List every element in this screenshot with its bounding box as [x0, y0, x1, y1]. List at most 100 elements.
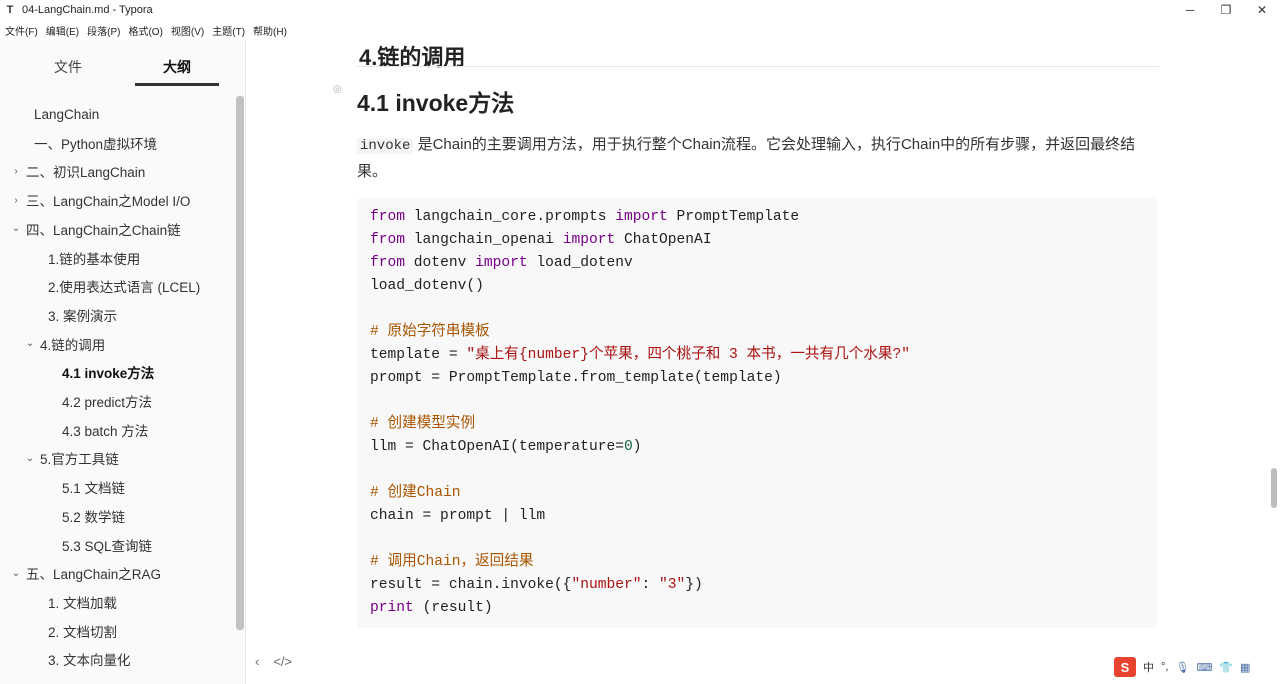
code-token: # 创建模型实例	[370, 416, 476, 432]
editor-footer-tools: ‹ </>	[255, 654, 292, 669]
outline-item[interactable]: 4.2 predict方法	[62, 387, 152, 415]
paragraph-text: 是Chain的主要调用方法，用于执行整个Chain流程。它会处理输入，执行Cha…	[357, 136, 1136, 180]
chevron-down-icon[interactable]: ⌄	[10, 223, 22, 235]
outline-item-label: 3. 文本向量化	[48, 653, 131, 669]
outline-item-label: 5.2 数学链	[62, 509, 126, 525]
code-token: print	[370, 600, 414, 616]
code-token: langchain_core.prompts	[413, 209, 616, 225]
menu-bar: 文件(F) 编辑(E) 段落(P) 格式(O) 视图(V) 主题(T) 帮助(H)	[0, 21, 290, 39]
heading-1[interactable]: 4.链的调用	[359, 40, 465, 72]
code-token: PromptTemplate	[676, 209, 800, 225]
code-block[interactable]: from langchain_core.prompts import Promp…	[357, 198, 1157, 628]
outline-item[interactable]: › 三、LangChain之Model I/O	[10, 186, 190, 214]
outline-item[interactable]: 2.使用表达式语言 (LCEL)	[48, 272, 200, 300]
outline-item[interactable]: LangChain	[34, 100, 99, 128]
close-icon: ✕	[1256, 3, 1268, 17]
menu-item[interactable]: 段落(P)	[82, 23, 123, 38]
code-line: from dotenv import load_dotenv	[370, 252, 633, 275]
ime-language-toggle[interactable]: 中	[1143, 659, 1154, 675]
menu-item[interactable]: 视图(V)	[166, 23, 207, 38]
outline-item-label: 4.2 predict方法	[62, 395, 153, 410]
outline-item[interactable]: 1.链的基本使用	[48, 244, 140, 272]
chevron-down-icon[interactable]: ⌄	[24, 338, 36, 350]
code-token: })	[685, 577, 703, 593]
code-token: "桌上有{number}个苹果，四个桃子和 3 本书，一共有几个水果?"	[466, 347, 911, 363]
outline-item[interactable]: 3. 文本向量化	[48, 645, 131, 673]
heading-divider	[357, 66, 1159, 67]
outline-item-label: 4.3 batch 方法	[62, 423, 149, 439]
menu-item[interactable]: 帮助(H)	[248, 23, 290, 38]
code-token: import	[615, 209, 668, 225]
outline-item[interactable]: ⌄ 四、LangChain之Chain链	[10, 215, 181, 243]
code-line: from langchain_core.prompts import Promp…	[370, 206, 799, 229]
keyboard-icon[interactable]: ⌨	[1196, 661, 1212, 674]
mic-icon[interactable]: 🎙	[1175, 661, 1189, 674]
chevron-down-icon[interactable]: ⌄	[10, 567, 22, 579]
source-code-mode-button[interactable]: </>	[273, 654, 292, 669]
minimize-button[interactable]: ─	[1172, 0, 1208, 20]
toggle-sidebar-button[interactable]: ‹	[255, 654, 259, 669]
code-token: "number"	[571, 577, 642, 593]
tab-files[interactable]: 文件	[30, 54, 106, 86]
code-token: # 原始字符串模板	[370, 324, 490, 340]
maximize-button[interactable]: ❐	[1208, 0, 1244, 20]
outline-item[interactable]: ⌄ 4.链的调用	[24, 330, 105, 358]
heading-2[interactable]: 4.1 invoke方法	[357, 84, 514, 118]
shirt-icon[interactable]: 👕	[1219, 661, 1233, 674]
code-line: # 创建Chain	[370, 482, 461, 505]
sidebar: 文件 大纲 LangChain 一、Python虚拟环境 › 二、初识LangChai…	[0, 40, 246, 684]
outline-item-label: 5.官方工具链	[40, 452, 119, 468]
sidebar-scrollbar[interactable]	[236, 96, 244, 630]
code-line: llm = ChatOpenAI(temperature=0)	[370, 436, 642, 459]
typora-app-icon: T	[6, 4, 14, 16]
grid-icon[interactable]: ▦	[1240, 661, 1250, 674]
outline-item-label: 2.使用表达式语言 (LCEL)	[48, 280, 201, 296]
chevron-down-icon[interactable]: ⌄	[24, 452, 36, 464]
ime-punctuation-toggle[interactable]: °,	[1161, 661, 1168, 673]
outline-item[interactable]: 4.1 invoke方法	[62, 358, 154, 386]
menu-item[interactable]: 文件(F)	[0, 23, 41, 38]
heading-anchor-icon[interactable]: ◎	[333, 84, 342, 95]
outline-item[interactable]: ⌄ 5.官方工具链	[24, 444, 119, 472]
outline-item-label: 1. 文档加载	[48, 595, 118, 611]
menu-item[interactable]: 编辑(E)	[41, 23, 82, 38]
outline-item[interactable]: 2. 文档切割	[48, 617, 117, 645]
code-token: from	[370, 209, 406, 225]
outline-item[interactable]: 一、Python虚拟环境	[34, 129, 157, 157]
code-token: 0	[623, 439, 633, 455]
outline-item[interactable]: 3. 案例演示	[48, 301, 117, 329]
code-token: template =	[370, 347, 467, 363]
sogou-logo-icon[interactable]: S	[1114, 657, 1136, 677]
code-line: # 原始字符串模板	[370, 321, 490, 344]
code-token: :	[641, 577, 660, 593]
menu-item[interactable]: 格式(O)	[123, 23, 165, 38]
outline-item-label: 2. 文档切割	[48, 624, 118, 640]
code-token: )	[632, 439, 642, 455]
outline-item[interactable]: 4.3 batch 方法	[62, 416, 148, 444]
code-token: load_dotenv()	[370, 278, 484, 294]
code-line: result = chain.invoke({"number": "3"})	[370, 574, 703, 597]
outline-item[interactable]: 5.2 数学链	[62, 502, 125, 530]
outline-item[interactable]: 5.1 文档链	[62, 473, 125, 501]
tab-outline[interactable]: 大纲	[135, 54, 219, 86]
outline-item[interactable]: › 二、初识LangChain	[10, 157, 145, 185]
editor-scrollbar[interactable]	[1271, 468, 1277, 508]
close-button[interactable]: ✕	[1244, 0, 1280, 20]
chevron-right-icon[interactable]: ›	[10, 165, 22, 177]
outline-item[interactable]: ⌄ 五、LangChain之RAG	[10, 559, 161, 587]
menu-item[interactable]: 主题(T)	[207, 23, 248, 38]
code-token: # 创建Chain	[370, 485, 461, 501]
outline-item-label: 一、Python虚拟环境	[34, 136, 158, 152]
outline-item-label: 5.1 文档链	[62, 481, 126, 497]
code-token: llm = ChatOpenAI(temperature=	[370, 439, 624, 455]
code-token: dotenv	[413, 255, 476, 271]
outline-item-label: LangChain	[34, 106, 100, 122]
paragraph[interactable]: invoke 是Chain的主要调用方法，用于执行整个Chain流程。它会处理输…	[357, 132, 1157, 185]
outline-item[interactable]: 5.3 SQL查询链	[62, 531, 152, 559]
code-token: from	[370, 232, 406, 248]
chevron-right-icon[interactable]: ›	[10, 194, 22, 206]
outline-item[interactable]: 1. 文档加载	[48, 588, 117, 616]
outline-item-label: 二、初识LangChain	[26, 165, 146, 181]
outline-item-label: 3. 案例演示	[48, 308, 118, 324]
outline-item-label: 4.1 invoke方法	[62, 366, 155, 382]
